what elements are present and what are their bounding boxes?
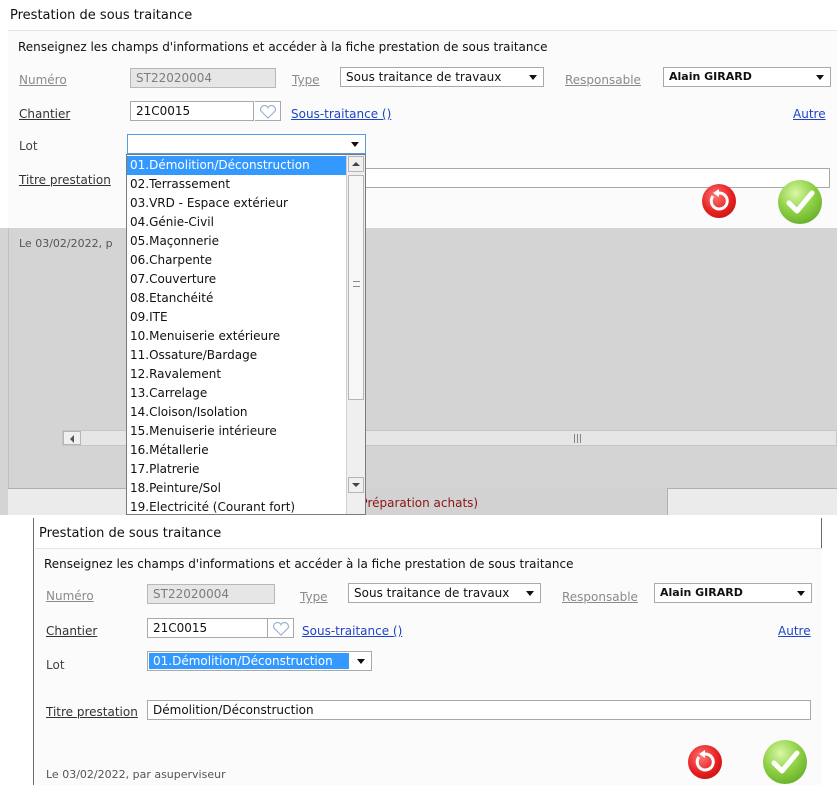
bottom-screenshot: Prestation de sous traitance Renseignez … xyxy=(33,518,822,785)
lot-option[interactable]: 07.Couverture xyxy=(127,270,346,289)
lot-option[interactable]: 09.ITE xyxy=(127,308,346,327)
type-select-value: Sous traitance de travaux xyxy=(346,70,502,84)
type-select[interactable]: Sous traitance de travaux xyxy=(340,67,544,87)
instructions-text: Renseignez les champs d'informations et … xyxy=(18,40,548,54)
chantier-lookup-button[interactable] xyxy=(268,618,294,638)
dialog-title: Prestation de sous traitance xyxy=(10,8,193,23)
lot-dropdown-list[interactable]: 01.Démolition/Déconstruction 02.Terrassem… xyxy=(126,154,366,515)
chevron-left-icon xyxy=(70,435,74,443)
chantier-field[interactable]: 21C0015 xyxy=(130,101,254,121)
lot-option[interactable]: 04.Génie-Civil xyxy=(127,213,346,232)
chevron-up-icon xyxy=(352,162,360,166)
background-tab[interactable]: ils (Préparation achats) xyxy=(338,488,668,515)
autre-link[interactable]: Autre xyxy=(793,107,826,121)
lot-option[interactable]: 14.Cloison/Isolation xyxy=(127,403,346,422)
type-select[interactable]: Sous traitance de travaux xyxy=(348,583,541,603)
chantier-label[interactable]: Chantier xyxy=(46,624,97,638)
lot-option[interactable]: 17.Platrerie xyxy=(127,460,346,479)
footer-text: Le 03/02/2022, par asuperviseur xyxy=(46,768,226,781)
lot-option[interactable]: 02.Terrassement xyxy=(127,175,346,194)
lot-select-open[interactable] xyxy=(127,134,366,154)
lot-option[interactable]: 11.Ossature/Bardage xyxy=(127,346,346,365)
responsable-select-value: Alain GIRARD xyxy=(660,586,743,599)
chevron-down-icon xyxy=(351,142,359,147)
undo-arrow-icon xyxy=(695,750,715,772)
lot-option[interactable]: 03.VRD - Espace extérieur xyxy=(127,194,346,213)
chevron-down-icon xyxy=(816,75,824,80)
chevron-down-icon xyxy=(797,591,805,596)
responsable-select[interactable]: Alain GIRARD xyxy=(663,67,831,87)
lot-option[interactable]: 15.Menuiserie intérieure xyxy=(127,422,346,441)
titre-label[interactable]: Titre prestation xyxy=(46,705,138,719)
type-select-value: Sous traitance de travaux xyxy=(354,586,510,600)
ok-button[interactable] xyxy=(763,740,807,784)
sous-traitance-link[interactable]: Sous-traitance () xyxy=(291,107,391,121)
lot-option[interactable]: 10.Menuiserie extérieure xyxy=(127,327,346,346)
titre-field[interactable]: Démolition/Déconstruction xyxy=(147,700,811,720)
numero-label: Numéro xyxy=(19,73,67,87)
lot-option[interactable]: 06.Charpente xyxy=(127,251,346,270)
heart-icon xyxy=(259,105,277,119)
scroll-down-button[interactable] xyxy=(348,477,364,493)
lot-option[interactable]: 18.Peinture/Sol xyxy=(127,479,346,498)
footer-text-partial: Le 03/02/2022, p xyxy=(19,237,113,250)
heart-icon xyxy=(272,622,290,636)
responsable-label[interactable]: Responsable xyxy=(565,73,641,87)
chantier-label[interactable]: Chantier xyxy=(19,107,70,121)
numero-field: ST22020004 xyxy=(147,584,275,604)
titre-field-partial[interactable] xyxy=(366,168,830,188)
numero-label: Numéro xyxy=(46,589,94,603)
sous-traitance-link[interactable]: Sous-traitance () xyxy=(302,624,402,638)
undo-arrow-icon xyxy=(709,189,729,211)
lot-options: 01.Démolition/Déconstruction 02.Terrassem… xyxy=(127,156,346,514)
lot-label: Lot xyxy=(19,139,38,153)
dialog-title: Prestation de sous traitance xyxy=(39,526,222,541)
lot-option[interactable]: 05.Maçonnerie xyxy=(127,232,346,251)
lot-select-value: 01.Démolition/Déconstruction xyxy=(149,653,349,669)
checkmark-icon xyxy=(786,190,815,214)
numero-field: ST22020004 xyxy=(130,68,276,88)
dropdown-scrollbar[interactable] xyxy=(346,155,365,514)
lot-select[interactable]: 01.Démolition/Déconstruction xyxy=(147,651,372,671)
titre-label[interactable]: Titre prestation xyxy=(19,173,111,187)
scroll-grip-icon: ||| xyxy=(573,434,583,444)
responsable-select-value: Alain GIRARD xyxy=(669,70,752,83)
chevron-down-icon xyxy=(529,75,537,80)
chevron-down-icon xyxy=(526,591,534,596)
autre-link[interactable]: Autre xyxy=(778,624,811,638)
responsable-select[interactable]: Alain GIRARD xyxy=(654,583,812,603)
thumb-grip-icon xyxy=(353,281,360,287)
type-label[interactable]: Type xyxy=(292,73,320,87)
cancel-button[interactable] xyxy=(688,745,722,779)
lot-option[interactable]: 16.Métallerie xyxy=(127,441,346,460)
lot-label: Lot xyxy=(46,658,65,672)
chevron-down-icon xyxy=(357,659,365,664)
chantier-field[interactable]: 21C0015 xyxy=(147,618,268,638)
cancel-button[interactable] xyxy=(702,184,736,218)
checkmark-icon xyxy=(771,750,800,774)
lot-option[interactable]: 12.Ravalement xyxy=(127,365,346,384)
instructions-text: Renseignez les champs d'informations et … xyxy=(44,557,574,571)
responsable-label[interactable]: Responsable xyxy=(562,590,638,604)
lot-option[interactable]: 08.Etanchéité xyxy=(127,289,346,308)
scroll-left-button[interactable] xyxy=(63,431,81,445)
type-label[interactable]: Type xyxy=(300,590,328,604)
lot-option[interactable]: 19.Electricité (Courant fort) xyxy=(127,498,346,514)
lot-option[interactable]: 13.Carrelage xyxy=(127,384,346,403)
scroll-up-button[interactable] xyxy=(348,156,364,172)
top-screenshot: ||| ils (Préparation achats) Prestation … xyxy=(0,0,837,515)
scroll-thumb[interactable] xyxy=(348,175,364,400)
ok-button[interactable] xyxy=(778,180,822,224)
chevron-down-icon xyxy=(352,483,360,487)
chantier-lookup-button[interactable] xyxy=(255,101,281,121)
lot-option[interactable]: 01.Démolition/Déconstruction xyxy=(127,156,346,175)
